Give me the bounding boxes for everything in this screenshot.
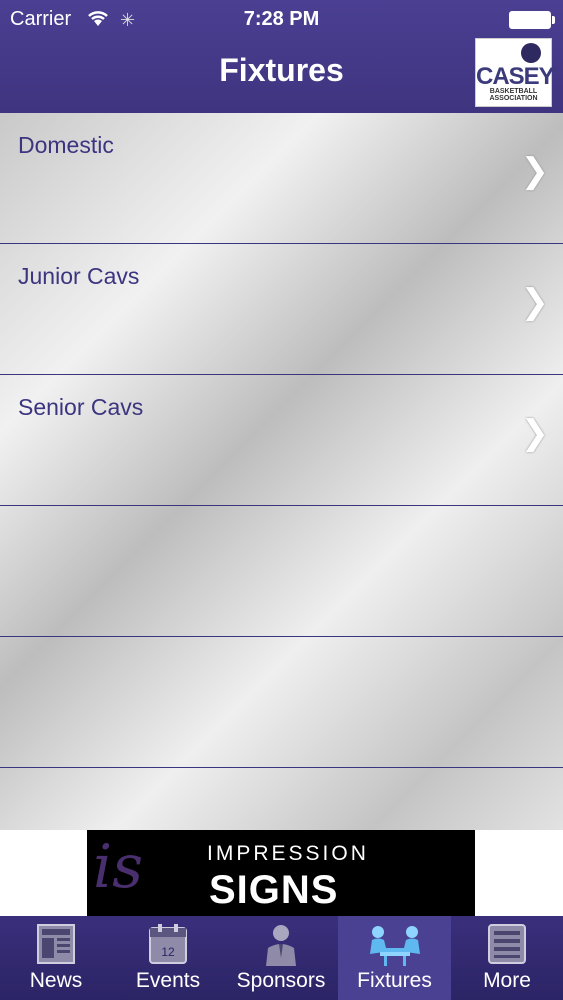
calendar-day: 12 [161,945,175,959]
impression-signs-ad[interactable]: is IMPRESSION SIGNS [87,830,475,916]
tab-bar: News 12 Events Sponsors Fixtures More [0,916,563,1000]
news-icon [37,924,75,964]
tab-more[interactable]: More [451,916,563,1000]
list-item-senior-cavs[interactable]: Senior Cavs ❯ [0,375,563,506]
basketball-icon [521,43,541,63]
list-item-empty [0,506,563,637]
list-icon [488,924,526,964]
chevron-right-icon: ❯ [520,414,550,452]
battery-icon [509,11,555,29]
logo-word: CASEY [476,63,555,90]
ad-line2: SIGNS [209,868,339,912]
fixtures-list: Domestic ❯ Junior Cavs ❯ Senior Cavs ❯ [0,113,563,830]
calendar-icon: 12 [149,924,187,964]
list-item-label: Junior Cavs [18,263,140,289]
tab-fixtures[interactable]: Fixtures [338,916,451,1000]
tab-label: Fixtures [357,969,432,992]
tab-news[interactable]: News [0,916,112,1000]
navigation-header: Carrier ✳ 7:28 PM Fixtures CASEY BASKETB… [0,0,563,113]
ad-line1: IMPRESSION [207,842,369,865]
ad-script-logo: is [93,832,143,902]
person-icon [266,925,296,966]
status-time: 7:28 PM [243,8,320,30]
chevron-right-icon: ❯ [520,152,550,190]
ad-banner: is IMPRESSION SIGNS [0,830,563,916]
status-bar: Carrier ✳ 7:28 PM [0,0,563,38]
tab-label: Sponsors [236,969,326,992]
tab-label: News [29,969,83,992]
list-item-domestic[interactable]: Domestic ❯ [0,113,563,244]
list-item-label: Senior Cavs [18,394,144,420]
list-item-empty [0,637,563,768]
logo-subtitle: BASKETBALL ASSOCIATION [489,88,538,102]
tab-label: More [483,969,531,992]
list-item-junior-cavs[interactable]: Junior Cavs ❯ [0,244,563,375]
tab-sponsors[interactable]: Sponsors [224,916,338,1000]
tab-events[interactable]: 12 Events [112,916,224,1000]
list-item-label: Domestic [18,132,114,158]
meeting-icon [369,926,420,966]
casey-logo: CASEY BASKETBALL ASSOCIATION [475,38,555,107]
tab-label: Events [135,969,201,992]
chevron-right-icon: ❯ [520,283,550,321]
